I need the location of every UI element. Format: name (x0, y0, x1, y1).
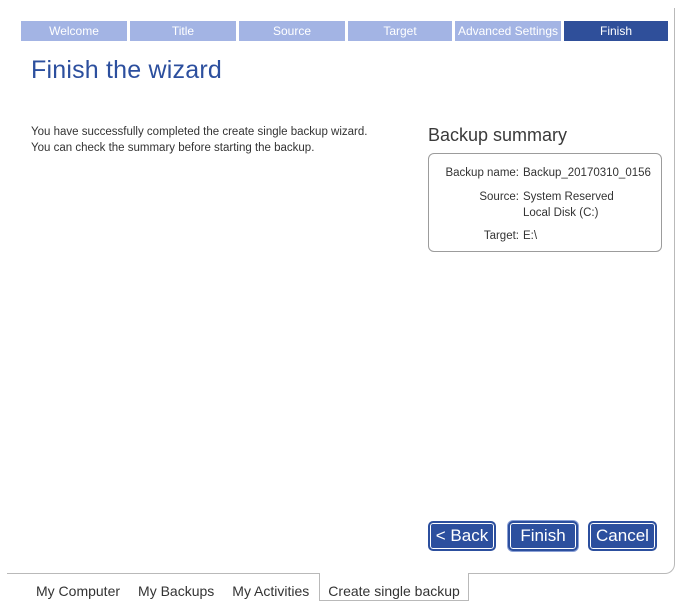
target-label: Target: (483, 230, 519, 242)
page-title: Finish the wizard (31, 56, 222, 84)
backup-name-value: Backup_20170310_0156 (523, 167, 651, 179)
source-value-1: System Reserved (523, 191, 614, 203)
target-value: E:\ (523, 230, 538, 242)
tab-my-backups[interactable]: My Backups (138, 573, 214, 600)
tab-my-computer[interactable]: My Computer (36, 573, 120, 600)
description-text: You have successfully completed the crea… (31, 124, 367, 156)
step-advanced-settings[interactable]: Advanced Settings (455, 21, 561, 41)
summary-heading: Backup summary (428, 125, 568, 145)
wizard-steps: Welcome Title Source Target Advanced Set… (21, 21, 671, 41)
source-label: Source: (479, 191, 519, 203)
back-button[interactable]: < Back (428, 521, 496, 551)
step-welcome[interactable]: Welcome (21, 21, 127, 41)
summary-box: Backup name: Backup_20170310_0156 Source… (428, 153, 662, 252)
wizard-panel (7, 8, 675, 574)
step-finish[interactable]: Finish (564, 21, 668, 41)
bottom-tab-bar: My Computer My Backups My Activities Cre… (36, 573, 487, 601)
step-title[interactable]: Title (130, 21, 236, 41)
backup-name-label: Backup name: (445, 167, 519, 179)
cancel-button[interactable]: Cancel (588, 521, 657, 551)
step-target[interactable]: Target (348, 21, 452, 41)
description-line-1: You have successfully completed the crea… (31, 126, 368, 138)
tab-my-activities[interactable]: My Activities (232, 573, 309, 600)
tab-create-single-backup[interactable]: Create single backup (319, 573, 469, 601)
description-line-2: You can check the summary before startin… (31, 142, 315, 154)
step-source[interactable]: Source (239, 21, 345, 41)
source-value-2: Local Disk (C:) (523, 207, 599, 219)
finish-button[interactable]: Finish (508, 521, 578, 551)
